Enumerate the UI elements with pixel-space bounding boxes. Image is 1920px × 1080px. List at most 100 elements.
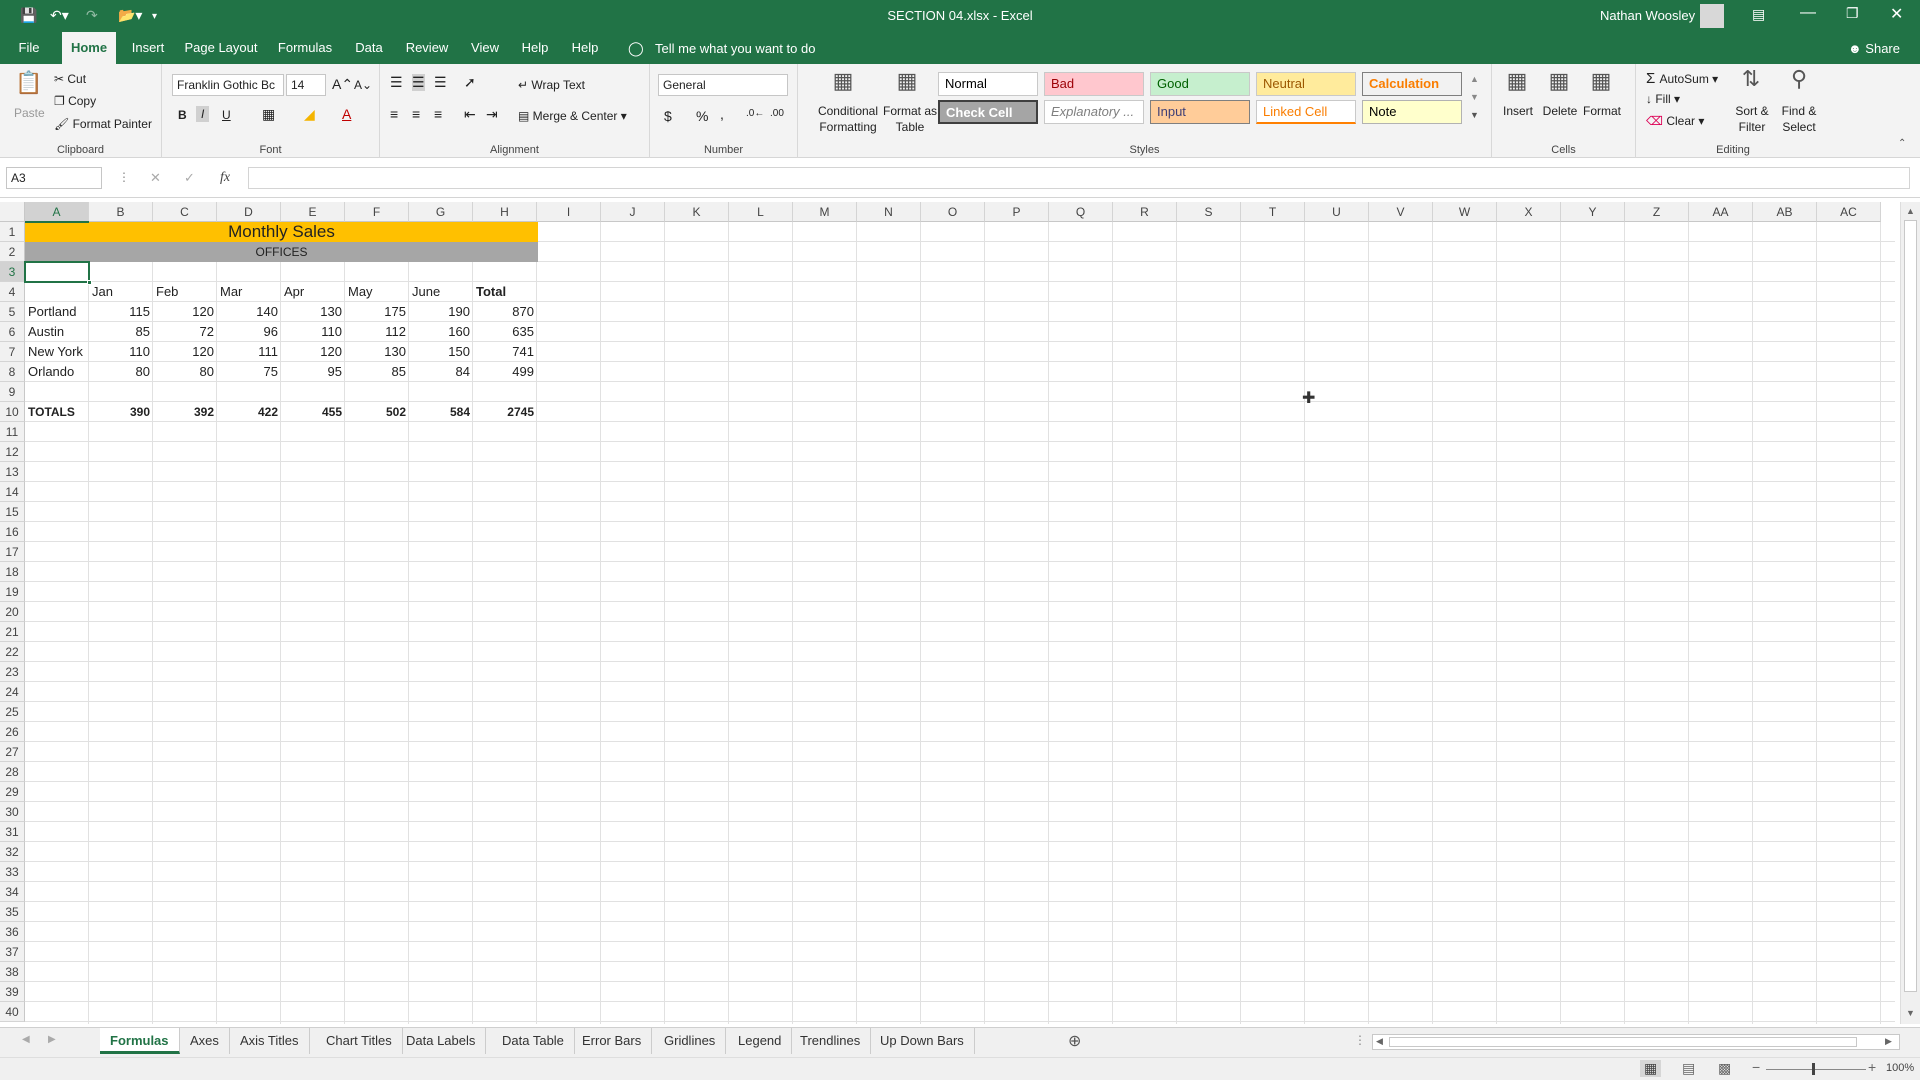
find-select-icon[interactable]: ⚲ [1784, 66, 1814, 92]
total-cell[interactable]: 870 [473, 302, 537, 322]
vertical-scroll-thumb[interactable] [1904, 220, 1917, 992]
format-as-table-icon[interactable]: ▦ [892, 68, 922, 94]
column-header-l[interactable]: L [729, 202, 793, 222]
data-cell[interactable]: 175 [345, 302, 409, 322]
fill-color-icon[interactable]: ◢ [304, 106, 315, 123]
office-orlando[interactable]: Orlando [25, 362, 89, 382]
data-cell[interactable]: 95 [281, 362, 345, 382]
font-name-select[interactable]: Franklin Gothic Bc [172, 74, 284, 96]
data-cell[interactable]: 85 [345, 362, 409, 382]
row-header-29[interactable]: 29 [0, 782, 25, 802]
sheet-tab-gridlines[interactable]: Gridlines [654, 1028, 727, 1054]
tab-formulas[interactable]: Formulas [272, 32, 338, 64]
sheet-tab-axis-titles[interactable]: Axis Titles [230, 1028, 310, 1054]
insert-cells-icon[interactable]: ▦ [1502, 68, 1532, 94]
page-layout-view-icon[interactable]: ▤ [1682, 1060, 1695, 1077]
row-header-12[interactable]: 12 [0, 442, 25, 462]
data-cell[interactable]: 80 [89, 362, 153, 382]
sheet-tab-axes[interactable]: Axes [180, 1028, 230, 1054]
enter-icon[interactable]: ✓ [184, 170, 195, 186]
align-middle-icon[interactable]: ☰ [412, 74, 425, 91]
style-bad[interactable]: Bad [1044, 72, 1144, 96]
normal-view-icon[interactable]: ▦ [1640, 1060, 1662, 1077]
data-cell[interactable]: 84 [409, 362, 473, 382]
conditional-formatting-line1[interactable]: Conditional [808, 104, 888, 118]
sheet-tab-formulas[interactable]: Formulas [100, 1028, 180, 1054]
data-cell[interactable]: 110 [89, 342, 153, 362]
clear-button[interactable]: ⌫ Clear ▾ [1646, 114, 1704, 128]
find-select-line2[interactable]: Select [1776, 120, 1822, 134]
font-color-icon[interactable]: A [342, 106, 351, 122]
column-header-s[interactable]: S [1177, 202, 1241, 222]
conditional-formatting-line2[interactable]: Formatting [808, 120, 888, 134]
zoom-out-icon[interactable]: − [1752, 1059, 1760, 1075]
find-select-line1[interactable]: Find & [1776, 104, 1822, 118]
column-header-q[interactable]: Q [1049, 202, 1113, 222]
column-header-t[interactable]: T [1241, 202, 1305, 222]
row-header-40[interactable]: 40 [0, 1002, 25, 1022]
row-header-26[interactable]: 26 [0, 722, 25, 742]
cancel-icon[interactable]: ✕ [150, 170, 161, 186]
align-left-icon[interactable]: ≡ [390, 106, 398, 122]
name-box[interactable]: A3 [6, 167, 102, 189]
header-apr[interactable]: Apr [281, 282, 345, 302]
row-header-32[interactable]: 32 [0, 842, 25, 862]
column-header-aa[interactable]: AA [1689, 202, 1753, 222]
merge-center-button[interactable]: ▤ Merge & Center ▾ [518, 109, 627, 123]
total-cell[interactable]: 741 [473, 342, 537, 362]
style-normal[interactable]: Normal [938, 72, 1038, 96]
data-cell[interactable]: 120 [281, 342, 345, 362]
select-all-button[interactable] [0, 202, 25, 222]
zoom-slider[interactable] [1766, 1069, 1866, 1070]
column-header-d[interactable]: D [217, 202, 281, 222]
row-header-27[interactable]: 27 [0, 742, 25, 762]
paste-button[interactable]: Paste [14, 106, 45, 120]
totals-cell[interactable]: 392 [153, 402, 217, 422]
row-header-30[interactable]: 30 [0, 802, 25, 822]
tab-file[interactable]: File [8, 32, 50, 64]
ribbon-display-icon[interactable]: ▤ [1752, 6, 1765, 23]
format-as-table-line2[interactable]: Table [878, 120, 942, 134]
row-header-6[interactable]: 6 [0, 322, 25, 342]
row-header-33[interactable]: 33 [0, 862, 25, 882]
cut-button[interactable]: ✂ Cut [54, 72, 86, 86]
column-header-p[interactable]: P [985, 202, 1049, 222]
row-header-24[interactable]: 24 [0, 682, 25, 702]
office-portland[interactable]: Portland [25, 302, 89, 322]
row-header-11[interactable]: 11 [0, 422, 25, 442]
new-sheet-icon[interactable]: ⊕ [1068, 1031, 1081, 1051]
scroll-down-icon[interactable]: ▼ [1906, 1008, 1915, 1018]
tab-page-layout[interactable]: Page Layout [180, 32, 262, 64]
fill-button[interactable]: ↓ Fill ▾ [1646, 92, 1680, 106]
data-cell[interactable]: 160 [409, 322, 473, 342]
sort-filter-line1[interactable]: Sort & [1730, 104, 1774, 118]
totals-cell[interactable]: 502 [345, 402, 409, 422]
data-cell[interactable]: 72 [153, 322, 217, 342]
decrease-decimal-icon[interactable]: .00 [770, 108, 784, 119]
increase-decimal-icon[interactable]: .0← [746, 108, 764, 119]
row-header-2[interactable]: 2 [0, 242, 25, 262]
borders-icon[interactable]: ▦ [262, 106, 275, 123]
row-header-8[interactable]: 8 [0, 362, 25, 382]
data-cell[interactable]: 140 [217, 302, 281, 322]
data-cell[interactable]: 130 [345, 342, 409, 362]
style-input[interactable]: Input [1150, 100, 1250, 124]
office-austin[interactable]: Austin [25, 322, 89, 342]
tab-view[interactable]: View [464, 32, 506, 64]
row-header-21[interactable]: 21 [0, 622, 25, 642]
styles-scroll-down-icon[interactable]: ▼ [1470, 92, 1479, 102]
format-cells-icon[interactable]: ▦ [1586, 68, 1616, 94]
scroll-right-icon[interactable]: ▶ [1885, 1036, 1892, 1047]
row-header-3[interactable]: 3 [0, 262, 25, 282]
comma-button[interactable]: , [720, 106, 724, 122]
column-header-b[interactable]: B [89, 202, 153, 222]
data-cell[interactable]: 85 [89, 322, 153, 342]
row-header-15[interactable]: 15 [0, 502, 25, 522]
row-header-35[interactable]: 35 [0, 902, 25, 922]
style-note[interactable]: Note [1362, 100, 1462, 124]
column-header-o[interactable]: O [921, 202, 985, 222]
minimize-icon[interactable]: — [1800, 4, 1816, 22]
data-cell[interactable]: 111 [217, 342, 281, 362]
tab-home[interactable]: Home [62, 32, 116, 64]
sheet-subtitle[interactable]: OFFICES [25, 242, 538, 262]
